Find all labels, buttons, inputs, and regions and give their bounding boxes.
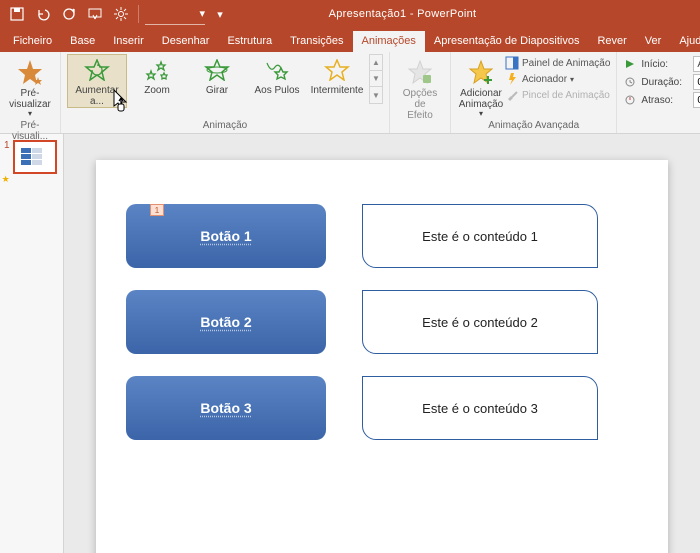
tab-ficheiro[interactable]: Ficheiro [4,31,61,52]
workspace: 1 ★ 1 Botão 1 Este é o conteúdo 1 Botão … [0,134,700,553]
star-green-icon [83,58,111,82]
animation-indicator-icon: ★ [2,174,10,185]
effect-options-label-1: Opções de [398,88,442,110]
duration-input[interactable] [694,77,700,88]
slide-canvas-area[interactable]: 1 Botão 1 Este é o conteúdo 1 Botão 2 Es… [64,134,700,553]
star-yellow-icon [323,58,351,82]
delay-spinner[interactable]: ▲▼ [693,92,700,108]
delay-input[interactable] [694,95,700,106]
group-effect-options: Opções de Efeito [390,52,451,133]
preview-star-icon [16,58,44,86]
clock-icon [623,75,637,89]
tab-animacoes[interactable]: Animações [353,31,425,52]
gallery-label: Zoom [144,85,170,96]
ribbon-tabs: Ficheiro Base Inserir Desenhar Estrutura… [0,28,700,52]
add-animation-button[interactable]: Adicionar Animação ▾ [457,54,505,119]
tab-transicoes[interactable]: Transições [281,31,352,52]
star-multi-icon [143,58,171,82]
tab-inserir[interactable]: Inserir [104,31,153,52]
delay-label: Atraso: [641,95,689,106]
tab-ver[interactable]: Ver [636,31,671,52]
tab-desenhar[interactable]: Desenhar [153,31,219,52]
quick-access-toolbar: ▾ ▾ [6,3,231,25]
content-shape-2[interactable]: Este é o conteúdo 2 [362,290,598,354]
animation-painter-button[interactable]: Pincel de Animação [505,88,610,102]
button-shape-2[interactable]: Botão 2 [126,290,326,354]
gallery-pulse[interactable]: Intermitente [307,54,367,96]
gallery-label: Aumentar a... [69,85,125,107]
effect-options-label-2: Efeito [407,110,433,121]
effect-options-button[interactable]: Opções de Efeito [396,54,444,121]
ribbon: Pré-visualizar ▾ Pré-visuali... Aumentar… [0,52,700,134]
thumb-number: 1 [4,140,10,174]
scroll-down-icon[interactable]: ▼ [370,71,382,87]
gallery-grow-turn[interactable]: Aumentar a... [67,54,127,108]
title-bar: ▾ ▾ Apresentação1 - PowerPoint [0,0,700,28]
play-icon [623,57,637,71]
tab-apresentacao[interactable]: Apresentação de Diapositivos [425,31,589,52]
gallery-zoom[interactable]: Zoom [127,54,187,96]
gallery-label: Intermitente [311,85,364,96]
start-combo[interactable]: Ao Clicar▼ [693,56,700,72]
trigger-icon [505,72,519,86]
start-label: Início: [641,59,689,70]
button-shape-3[interactable]: Botão 3 [126,376,326,440]
add-animation-label-1: Adicionar [460,88,502,99]
effect-options-icon [406,58,434,86]
group-label-advanced: Animação Avançada [457,119,610,133]
qat-customize-icon[interactable]: ▾ [209,3,231,25]
gallery-bounce[interactable]: Aos Pulos [247,54,307,96]
tab-ajuda[interactable]: Ajuda [670,31,700,52]
gallery-scroll[interactable]: ▲ ▼ ▼ [369,54,383,104]
window-title: Apresentação1 - PowerPoint [231,8,574,20]
star-bounce-icon [263,58,291,82]
undo-icon[interactable] [32,3,54,25]
trigger-button[interactable]: Acionador ▾ [505,72,610,86]
gallery-label: Girar [206,85,228,96]
gallery-label: Aos Pulos [254,85,299,96]
duration-spinner[interactable]: ▲▼ [693,74,700,90]
star-spin-icon [203,58,231,82]
group-advanced-animation: Adicionar Animação ▾ Painel de Animação … [451,52,617,133]
tab-estrutura[interactable]: Estrutura [218,31,281,52]
preview-label: Pré-visualizar [8,88,52,110]
brush-icon [505,88,519,102]
qat-dropdown[interactable]: ▾ [145,3,205,25]
gallery-swivel[interactable]: Girar [187,54,247,96]
tab-rever[interactable]: Rever [588,31,635,52]
redo-icon[interactable] [58,3,80,25]
group-label-timing: Tempor [623,119,700,133]
delay-icon [623,93,637,107]
content-shape-3[interactable]: Este é o conteúdo 3 [362,376,598,440]
group-label-animation: Animação [67,119,383,133]
duration-label: Duração: [641,77,689,88]
preview-button[interactable]: Pré-visualizar ▾ [6,54,54,119]
content-shape-1[interactable]: Este é o conteúdo 1 [362,204,598,268]
slide-thumbnails: 1 ★ [0,134,64,553]
scroll-up-icon[interactable]: ▲ [370,55,382,71]
group-timing: Início: Ao Clicar▼ Duração: ▲▼ Atraso: ▲… [617,52,700,133]
tab-base[interactable]: Base [61,31,104,52]
save-icon[interactable] [6,3,28,25]
gear-icon[interactable] [110,3,132,25]
animation-pane-button[interactable]: Painel de Animação [505,56,610,70]
pane-icon [505,56,519,70]
group-preview: Pré-visualizar ▾ Pré-visuali... [0,52,61,133]
slideshow-icon[interactable] [84,3,106,25]
scroll-expand-icon[interactable]: ▼ [370,87,382,103]
slide[interactable]: 1 Botão 1 Este é o conteúdo 1 Botão 2 Es… [96,160,668,553]
slide-thumbnail-1[interactable] [13,140,57,174]
add-star-icon [467,58,495,86]
animation-tag[interactable]: 1 [150,204,164,216]
group-animation-gallery: Aumentar a... Zoom Girar Aos Pulos Inter… [61,52,390,133]
